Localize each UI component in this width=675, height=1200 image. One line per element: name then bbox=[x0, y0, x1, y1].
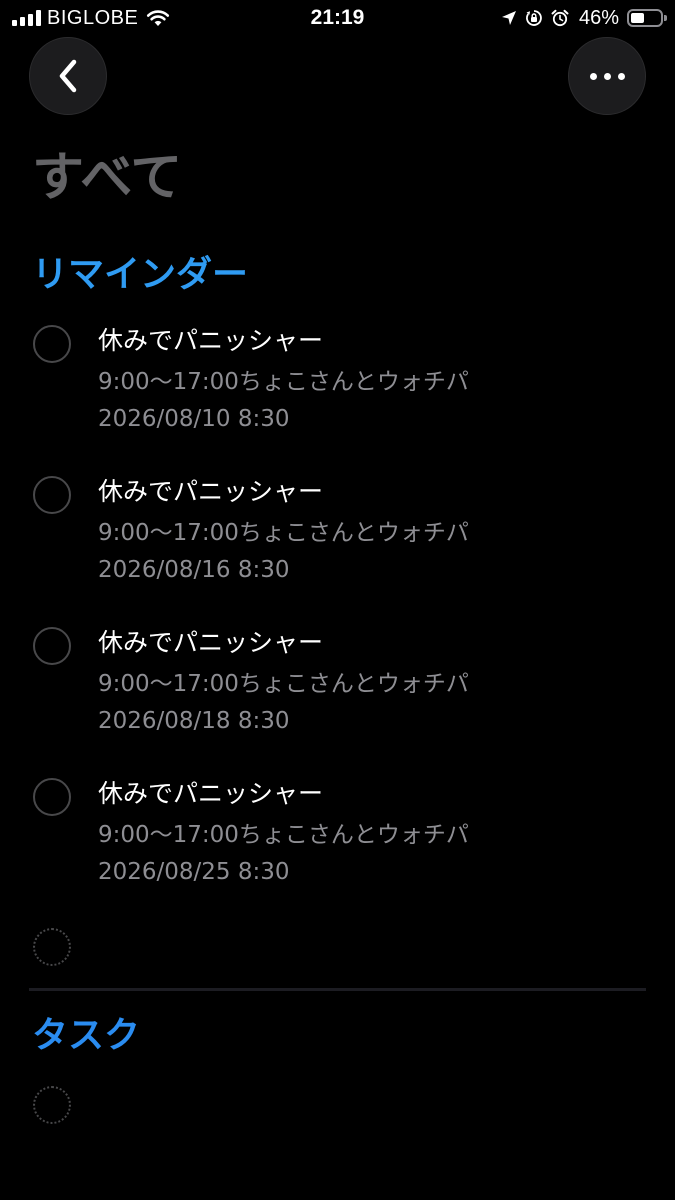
new-reminder-placeholder[interactable] bbox=[33, 928, 71, 966]
status-bar: BIGLOBE 21:19 46% bbox=[0, 0, 675, 36]
orientation-lock-icon bbox=[525, 9, 543, 27]
ellipsis-icon bbox=[589, 72, 625, 80]
reminder-title[interactable]: 休みでパニッシャー bbox=[98, 474, 323, 510]
reminder-date: 2026/08/16 8:30 bbox=[98, 557, 290, 583]
reminder-date: 2026/08/10 8:30 bbox=[98, 406, 290, 432]
status-bar-right: 46% bbox=[501, 6, 667, 30]
reminder-note: 9:00〜17:00ちょこさんとウォチパ bbox=[98, 822, 469, 848]
reminder-note: 9:00〜17:00ちょこさんとウォチパ bbox=[98, 520, 469, 546]
location-icon bbox=[501, 10, 517, 26]
battery-icon bbox=[627, 9, 667, 27]
new-task-placeholder[interactable] bbox=[33, 1086, 71, 1124]
reminder-title[interactable]: 休みでパニッシャー bbox=[98, 776, 323, 812]
battery-percent: 46% bbox=[578, 6, 619, 29]
reminder-title[interactable]: 休みでパニッシャー bbox=[98, 625, 323, 661]
complete-checkbox[interactable] bbox=[33, 778, 71, 816]
alarm-icon bbox=[551, 9, 569, 27]
reminder-item[interactable]: 休みでパニッシャー 9:00〜17:00ちょこさんとウォチパ 2026/08/2… bbox=[0, 778, 675, 918]
back-button[interactable] bbox=[29, 37, 107, 115]
reminder-item[interactable]: 休みでパニッシャー 9:00〜17:00ちょこさんとウォチパ 2026/08/1… bbox=[0, 627, 675, 767]
complete-checkbox[interactable] bbox=[33, 476, 71, 514]
section-divider bbox=[29, 988, 646, 991]
tasks-section-header: タスク bbox=[32, 1015, 141, 1056]
battery-fill bbox=[631, 13, 644, 23]
complete-checkbox[interactable] bbox=[33, 325, 71, 363]
reminders-section-header: リマインダー bbox=[32, 254, 249, 295]
reminder-date: 2026/08/25 8:30 bbox=[98, 859, 290, 885]
complete-checkbox[interactable] bbox=[33, 627, 71, 665]
reminder-note: 9:00〜17:00ちょこさんとウォチパ bbox=[98, 369, 469, 395]
reminder-title[interactable]: 休みでパニッシャー bbox=[98, 323, 323, 359]
reminder-note: 9:00〜17:00ちょこさんとウォチパ bbox=[98, 671, 469, 697]
reminder-item[interactable]: 休みでパニッシャー 9:00〜17:00ちょこさんとウォチパ 2026/08/1… bbox=[0, 325, 675, 465]
more-button[interactable] bbox=[568, 37, 646, 115]
reminder-date: 2026/08/18 8:30 bbox=[98, 708, 290, 734]
reminder-item[interactable]: 休みでパニッシャー 9:00〜17:00ちょこさんとウォチパ 2026/08/1… bbox=[0, 476, 675, 616]
chevron-left-icon bbox=[59, 59, 77, 93]
page-title: すべて bbox=[32, 148, 183, 208]
